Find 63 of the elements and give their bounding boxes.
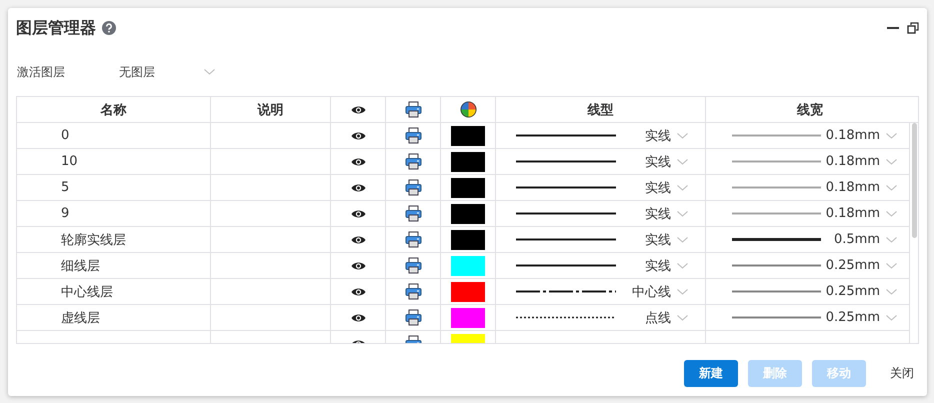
color-swatch[interactable] (451, 308, 485, 328)
printer-icon[interactable] (404, 179, 422, 196)
lineweight-value[interactable]: 0.25mm (826, 284, 880, 299)
linetype-value[interactable]: 实线 (645, 204, 671, 222)
lineweight-value[interactable]: 0.25mm (826, 258, 880, 273)
action-button[interactable]: 新建 (684, 360, 738, 387)
column-header: 线型 (588, 102, 614, 118)
active-layer-label: 激活图层 (16, 64, 66, 80)
lineweight-value[interactable]: 0.18mm (826, 154, 880, 169)
layer-name: 0 (61, 128, 70, 143)
linetype-value[interactable]: 实线 (645, 178, 671, 196)
lineweight-value[interactable]: 0.25mm (826, 310, 880, 325)
lineweight-value[interactable]: 0.5mm (834, 232, 880, 247)
layer-name: 中心线层 (61, 284, 113, 300)
printer-icon[interactable] (404, 231, 422, 248)
help-icon[interactable] (102, 21, 116, 35)
layer-name: 10 (61, 154, 78, 169)
color-swatch[interactable] (451, 204, 485, 224)
color-swatch[interactable] (451, 256, 485, 276)
lineweight-value[interactable]: 0.18mm (826, 180, 880, 195)
eye-icon[interactable] (350, 208, 366, 218)
column-header: 说明 (258, 102, 284, 118)
layer-name: 轮廓实线层 (61, 232, 126, 248)
restore-icon[interactable] (907, 22, 919, 34)
layer-name: 5 (61, 180, 70, 195)
visibility-header-icon (350, 104, 366, 114)
eye-icon[interactable] (350, 312, 366, 322)
printer-icon[interactable] (404, 127, 422, 144)
printer-header-icon (404, 101, 422, 118)
color-swatch[interactable] (451, 230, 485, 250)
linetype-value[interactable]: 中心线 (632, 282, 671, 300)
layer-name: 9 (61, 206, 70, 221)
eye-icon[interactable] (350, 182, 366, 192)
linetype-value[interactable]: 实线 (645, 230, 671, 248)
eye-icon[interactable] (350, 234, 366, 244)
printer-icon[interactable] (404, 153, 422, 170)
eye-icon[interactable] (350, 286, 366, 296)
linetype-value[interactable]: 实线 (645, 256, 671, 274)
layer-name: 虚线层 (61, 310, 100, 326)
column-header: 名称 (100, 102, 126, 118)
close-button[interactable]: 关闭 (890, 360, 914, 387)
eye-icon[interactable] (350, 156, 366, 166)
printer-icon[interactable] (404, 309, 422, 326)
lineweight-value[interactable]: 0.18mm (826, 128, 880, 143)
color-swatch[interactable] (451, 178, 485, 198)
linetype-value[interactable]: 实线 (645, 126, 671, 144)
scrollbar[interactable] (909, 123, 918, 343)
linetype-value[interactable]: 点线 (645, 308, 671, 326)
color-wheel-icon (460, 101, 476, 118)
printer-icon[interactable] (404, 283, 422, 300)
active-layer-value[interactable]: 无图层 (119, 64, 204, 80)
eye-icon[interactable] (350, 260, 366, 270)
eye-icon[interactable] (350, 130, 366, 140)
lineweight-value[interactable]: 0.18mm (826, 206, 880, 221)
column-header: 线宽 (797, 102, 823, 118)
color-swatch[interactable] (451, 282, 485, 302)
printer-icon[interactable] (404, 257, 422, 274)
layer-name: 细线层 (61, 258, 100, 274)
color-swatch[interactable] (451, 152, 485, 172)
printer-icon[interactable] (404, 205, 422, 222)
linetype-value[interactable]: 实线 (645, 152, 671, 170)
dialog-title: 图层管理器 (16, 18, 96, 38)
color-swatch[interactable] (451, 126, 485, 146)
